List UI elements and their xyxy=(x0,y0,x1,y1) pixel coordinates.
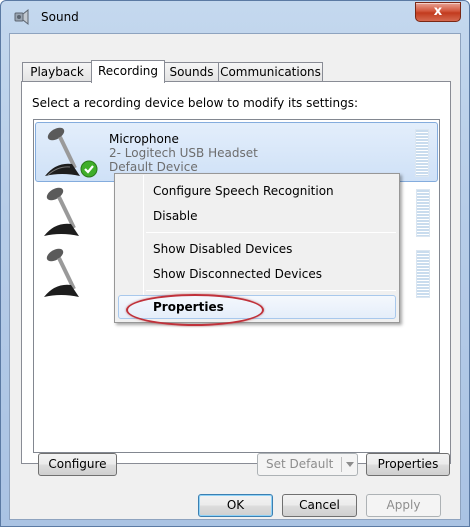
menu-item-show-disconnected-devices[interactable]: Show Disconnected Devices xyxy=(153,267,322,281)
level-meter xyxy=(416,189,430,237)
properties-button[interactable]: Properties xyxy=(366,453,450,476)
menu-separator xyxy=(146,232,396,233)
split-divider xyxy=(341,457,342,472)
menu-item-show-disabled-devices[interactable]: Show Disabled Devices xyxy=(153,242,292,256)
cancel-button[interactable]: Cancel xyxy=(282,494,357,517)
context-menu: Configure Speech Recognition Disable Sho… xyxy=(114,173,400,323)
device-description: 2- Logitech USB Headset xyxy=(109,146,258,160)
level-meter xyxy=(416,250,430,298)
chevron-down-icon[interactable] xyxy=(346,462,354,467)
title-bar[interactable]: Sound x xyxy=(1,1,469,33)
set-default-button[interactable]: Set Default xyxy=(257,453,358,476)
microphone-icon xyxy=(44,248,79,297)
tab-playback[interactable]: Playback xyxy=(22,62,92,82)
menu-item-disable[interactable]: Disable xyxy=(153,209,198,223)
window-title: Sound xyxy=(41,10,79,24)
tab-communications[interactable]: Communications xyxy=(218,62,323,82)
menu-item-properties[interactable]: Properties xyxy=(153,300,224,314)
green-check-icon xyxy=(80,160,98,178)
menu-item-configure-speech-recognition[interactable]: Configure Speech Recognition xyxy=(153,184,334,198)
microphone-icon xyxy=(44,187,79,236)
configure-button[interactable]: Configure xyxy=(38,453,117,476)
level-meter xyxy=(415,129,429,177)
close-button[interactable]: x xyxy=(415,2,461,22)
device-name: Microphone xyxy=(109,132,179,146)
set-default-label: Set Default xyxy=(266,457,334,471)
tab-recording[interactable]: Recording xyxy=(91,60,165,83)
device-status: Default Device xyxy=(109,160,198,174)
menu-separator xyxy=(146,290,396,291)
apply-button[interactable]: Apply xyxy=(366,494,441,517)
ok-button[interactable]: OK xyxy=(198,494,273,517)
speaker-icon xyxy=(14,8,29,26)
sound-dialog: Sound x Playback Recording Sounds Commun… xyxy=(0,0,470,527)
tab-sounds[interactable]: Sounds xyxy=(164,62,219,82)
instruction-text: Select a recording device below to modif… xyxy=(32,96,359,110)
